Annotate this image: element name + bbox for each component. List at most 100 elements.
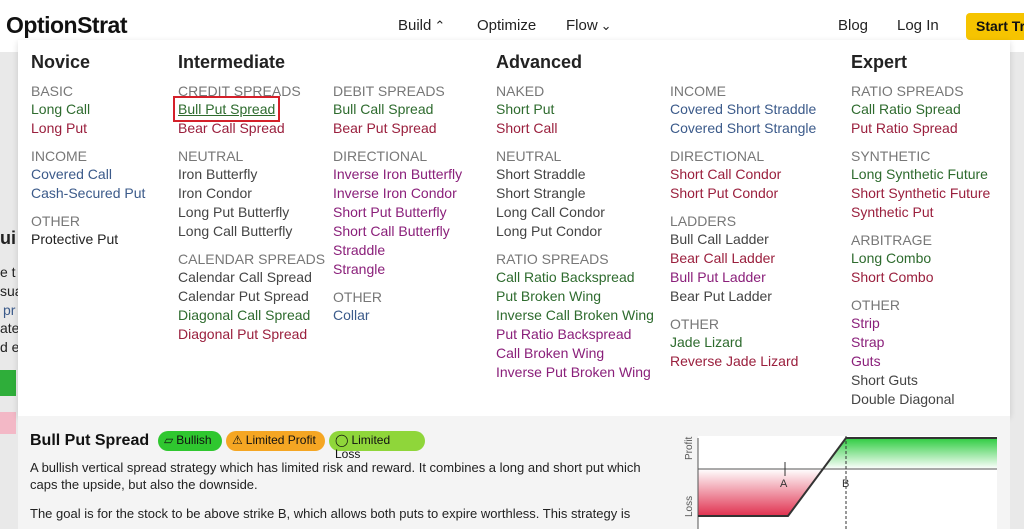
strategy-covered-short-strangle[interactable]: Covered Short Strangle [670, 119, 816, 138]
section-ratio-spreads: RATIO SPREADS [496, 251, 609, 267]
strategy-bull-call-ladder[interactable]: Bull Call Ladder [670, 230, 816, 249]
strategy-collar[interactable]: Collar [333, 306, 462, 325]
strategy-short-call-butterfly[interactable]: Short Call Butterfly [333, 222, 462, 241]
strategy-call-ratio-spread[interactable]: Call Ratio Spread [851, 100, 990, 119]
loss-axis-label: Loss [684, 496, 695, 517]
strategy-strangle[interactable]: Strangle [333, 260, 462, 279]
strategy-long-synthetic-future[interactable]: Long Synthetic Future [851, 165, 990, 184]
strategy-strap[interactable]: Strap [851, 333, 990, 352]
section-debit-spreads: DEBIT SPREADS [333, 83, 445, 99]
section-income: INCOME [670, 83, 726, 99]
strategy-call-ratio-backspread[interactable]: Call Ratio Backspread [496, 268, 654, 287]
nav-build-label: Build [398, 17, 432, 34]
nav-login[interactable]: Log In [897, 17, 939, 34]
profit-region [823, 438, 997, 469]
strategy-jade-lizard[interactable]: Jade Lizard [670, 333, 816, 352]
strategy-bull-put-spread[interactable]: Bull Put Spread [172, 96, 281, 122]
column-title-advanced: Advanced [496, 52, 583, 72]
section-naked: NAKED [496, 83, 545, 99]
section-basic: BASIC [31, 83, 74, 99]
badge-bullish: ▱ Bullish [158, 431, 222, 451]
strategy-diagonal-put-spread[interactable]: Diagonal Put Spread [178, 325, 325, 344]
strategy-long-call-condor[interactable]: Long Call Condor [496, 203, 654, 222]
strategy-inverse-put-broken-wing[interactable]: Inverse Put Broken Wing [496, 363, 654, 382]
strategy-short-call[interactable]: Short Call [496, 119, 654, 138]
strategy-calendar-call-spread[interactable]: Calendar Call Spread [178, 268, 325, 287]
strategy-info-title: Bull Put Spread [30, 432, 150, 449]
strategy-long-put[interactable]: Long Put [31, 119, 145, 138]
strategy-covered-call[interactable]: Covered Call [31, 165, 145, 184]
column-title-expert: Expert [851, 52, 908, 72]
payoff-diagram: A B Profit Loss [684, 436, 997, 529]
strategy-synthetic-put[interactable]: Synthetic Put [851, 203, 990, 222]
strategy-long-combo[interactable]: Long Combo [851, 249, 990, 268]
strategy-covered-short-straddle[interactable]: Covered Short Straddle [670, 100, 816, 119]
column-intermediate: Intermediate CREDIT SPREADS Bull Put Spr… [172, 52, 325, 344]
nav-flow[interactable]: Flow ⌄ [566, 17, 612, 34]
strategy-put-ratio-spread[interactable]: Put Ratio Spread [851, 119, 990, 138]
strategy-protective-put[interactable]: Protective Put [31, 230, 145, 249]
section-ratio-spreads: RATIO SPREADS [851, 83, 964, 99]
nav-blog[interactable]: Blog [838, 17, 868, 34]
nav-build[interactable]: Build ⌃ [398, 17, 445, 34]
chevron-up-icon: ⌃ [434, 18, 446, 33]
section-directional: DIRECTIONAL [333, 148, 428, 164]
strategy-put-ratio-backspread[interactable]: Put Ratio Backspread [496, 325, 654, 344]
strategy-long-call[interactable]: Long Call [31, 100, 145, 119]
strategy-inverse-iron-condor[interactable]: Inverse Iron Condor [333, 184, 462, 203]
strategy-double-diagonal[interactable]: Double Diagonal [851, 390, 990, 409]
strategy-bear-put-spread[interactable]: Bear Put Spread [333, 119, 462, 138]
nav-optimize[interactable]: Optimize [477, 17, 536, 34]
strategy-diagonal-call-spread[interactable]: Diagonal Call Spread [178, 306, 325, 325]
strategy-iron-butterfly[interactable]: Iron Butterfly [178, 165, 325, 184]
strategy-guts[interactable]: Guts [851, 352, 990, 371]
strategy-short-guts[interactable]: Short Guts [851, 371, 990, 390]
section-ladders: LADDERS [670, 213, 737, 229]
optionstrat-logo[interactable]: OptionStrat [6, 12, 128, 39]
section-other: OTHER [31, 213, 80, 229]
badge-limited-profit-label: Limited Profit [245, 433, 316, 447]
warning-triangle-icon: ⚠ [232, 433, 243, 447]
strategy-long-put-condor[interactable]: Long Put Condor [496, 222, 654, 241]
strategy-call-broken-wing[interactable]: Call Broken Wing [496, 344, 654, 363]
strategy-short-combo[interactable]: Short Combo [851, 268, 990, 287]
section-synthetic: SYNTHETIC [851, 148, 931, 164]
strategy-short-call-condor[interactable]: Short Call Condor [670, 165, 816, 184]
strategy-straddle[interactable]: Straddle [333, 241, 462, 260]
strategy-inverse-iron-butterfly[interactable]: Inverse Iron Butterfly [333, 165, 462, 184]
strategy-put-broken-wing[interactable]: Put Broken Wing [496, 287, 654, 306]
strategy-inverse-call-broken-wing[interactable]: Inverse Call Broken Wing [496, 306, 654, 325]
strategy-short-put-butterfly[interactable]: Short Put Butterfly [333, 203, 462, 222]
strike-a-label: A [780, 478, 788, 490]
strategy-cash-secured-put[interactable]: Cash-Secured Put [31, 184, 145, 203]
background-heading-fragment: ui [0, 228, 16, 248]
section-credit-spreads: CREDIT SPREADS [178, 83, 301, 99]
start-trial-button[interactable]: Start Tri [966, 13, 1024, 40]
nav-flow-label: Flow [566, 17, 598, 34]
circle-icon: ◯ [335, 433, 349, 447]
strategy-calendar-put-spread[interactable]: Calendar Put Spread [178, 287, 325, 306]
column-title-intermediate: Intermediate [178, 52, 286, 72]
strategy-short-put-condor[interactable]: Short Put Condor [670, 184, 816, 203]
strategy-short-strangle[interactable]: Short Strangle [496, 184, 654, 203]
strategy-short-straddle[interactable]: Short Straddle [496, 165, 654, 184]
strategy-short-put[interactable]: Short Put [496, 100, 654, 119]
strategy-long-put-butterfly[interactable]: Long Put Butterfly [178, 203, 325, 222]
section-neutral: NEUTRAL [178, 148, 244, 164]
badge-bullish-label: Bullish [176, 433, 212, 447]
background-text-fragment: e t [0, 264, 16, 280]
strategy-strip[interactable]: Strip [851, 314, 990, 333]
strategy-bear-put-ladder[interactable]: Bear Put Ladder [670, 287, 816, 306]
strategy-iron-condor[interactable]: Iron Condor [178, 184, 325, 203]
section-neutral: NEUTRAL [496, 148, 562, 164]
strategy-bear-call-spread[interactable]: Bear Call Spread [178, 119, 325, 138]
section-other: OTHER [670, 316, 719, 332]
strategy-reverse-jade-lizard[interactable]: Reverse Jade Lizard [670, 352, 816, 371]
strategy-short-synthetic-future[interactable]: Short Synthetic Future [851, 184, 990, 203]
section-other: OTHER [851, 297, 900, 313]
strategy-bear-call-ladder[interactable]: Bear Call Ladder [670, 249, 816, 268]
strategy-bull-call-spread[interactable]: Bull Call Spread [333, 100, 462, 119]
column-novice: Novice BASIC Long Call Long Put INCOME C… [31, 52, 145, 249]
strategy-long-call-butterfly[interactable]: Long Call Butterfly [178, 222, 325, 241]
strategy-bull-put-ladder[interactable]: Bull Put Ladder [670, 268, 816, 287]
